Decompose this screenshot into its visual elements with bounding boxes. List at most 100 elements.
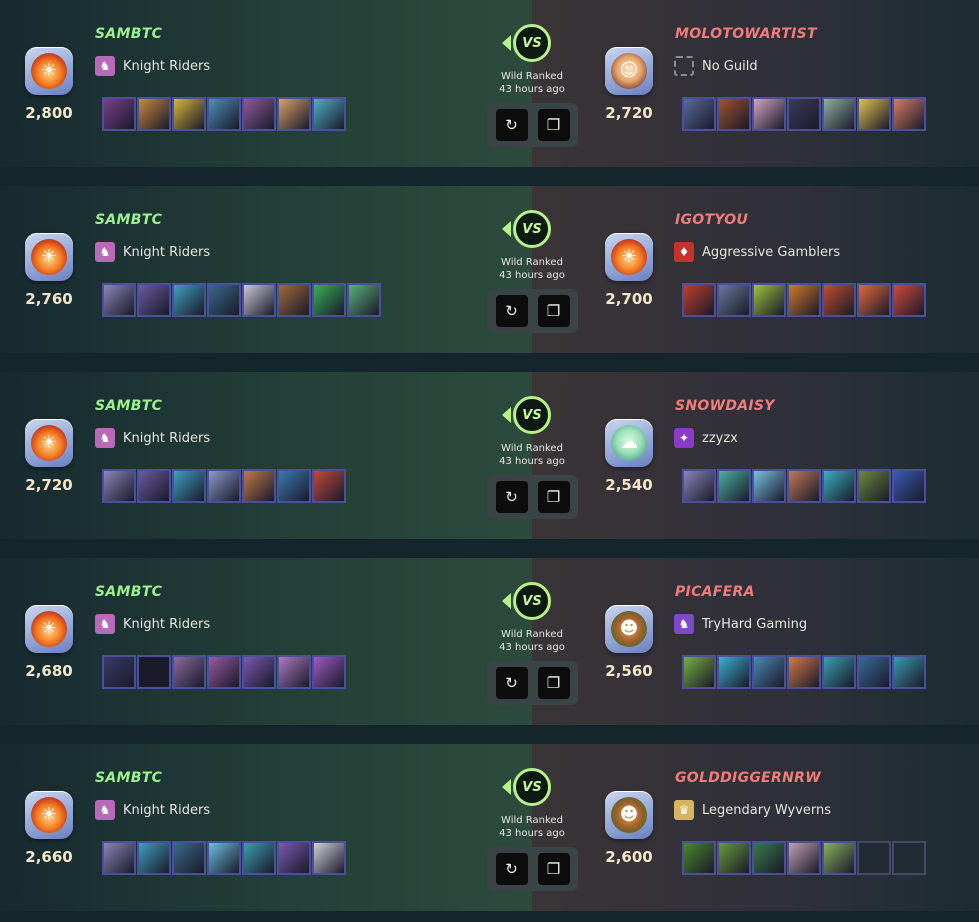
team-card[interactable] bbox=[242, 655, 276, 689]
right-player-name[interactable]: GOLDDIGGERNRW bbox=[675, 770, 821, 786]
team-card[interactable] bbox=[207, 97, 241, 131]
team-card[interactable] bbox=[717, 97, 751, 131]
team-card[interactable] bbox=[892, 469, 926, 503]
copy-team-icon[interactable]: ❐ bbox=[537, 481, 570, 513]
team-card[interactable] bbox=[752, 283, 786, 317]
team-card[interactable] bbox=[752, 841, 786, 875]
copy-team-icon[interactable]: ❐ bbox=[537, 667, 570, 699]
team-card[interactable] bbox=[172, 469, 206, 503]
team-card[interactable] bbox=[172, 283, 206, 317]
team-card[interactable] bbox=[277, 97, 311, 131]
replay-icon[interactable]: ↻ bbox=[495, 853, 528, 885]
team-card[interactable] bbox=[207, 283, 241, 317]
team-card[interactable] bbox=[242, 283, 276, 317]
copy-team-icon[interactable]: ❐ bbox=[537, 295, 570, 327]
team-card[interactable] bbox=[312, 655, 346, 689]
team-card[interactable] bbox=[347, 283, 381, 317]
team-card[interactable] bbox=[717, 283, 751, 317]
left-player-name[interactable]: SAMBTC bbox=[95, 212, 162, 228]
team-card[interactable] bbox=[822, 469, 856, 503]
team-card[interactable] bbox=[277, 841, 311, 875]
team-card[interactable] bbox=[312, 283, 346, 317]
team-card[interactable] bbox=[717, 655, 751, 689]
right-guild[interactable]: No Guild bbox=[674, 56, 758, 76]
team-card[interactable] bbox=[787, 283, 821, 317]
team-card[interactable] bbox=[172, 97, 206, 131]
team-card[interactable] bbox=[172, 841, 206, 875]
team-card[interactable] bbox=[787, 97, 821, 131]
team-card[interactable] bbox=[857, 655, 891, 689]
team-card[interactable] bbox=[752, 469, 786, 503]
team-card[interactable] bbox=[207, 841, 241, 875]
replay-icon[interactable]: ↻ bbox=[495, 667, 528, 699]
replay-icon[interactable]: ↻ bbox=[495, 481, 528, 513]
team-card[interactable] bbox=[717, 469, 751, 503]
team-card[interactable] bbox=[242, 97, 276, 131]
copy-team-icon[interactable]: ❐ bbox=[537, 109, 570, 141]
right-player-name[interactable]: IGOTYOU bbox=[675, 212, 748, 228]
team-card[interactable] bbox=[822, 97, 856, 131]
team-card[interactable] bbox=[682, 283, 716, 317]
team-card[interactable] bbox=[892, 655, 926, 689]
left-player-name[interactable]: SAMBTC bbox=[95, 398, 162, 414]
left-guild[interactable]: ♞ Knight Riders bbox=[95, 242, 210, 262]
left-player-name[interactable]: SAMBTC bbox=[95, 770, 162, 786]
team-card[interactable] bbox=[137, 655, 171, 689]
team-card[interactable] bbox=[787, 841, 821, 875]
team-card[interactable] bbox=[822, 841, 856, 875]
vs-arrow-icon bbox=[502, 221, 511, 237]
team-card[interactable] bbox=[857, 283, 891, 317]
left-guild[interactable]: ♞ Knight Riders bbox=[95, 614, 210, 634]
team-card[interactable] bbox=[137, 841, 171, 875]
right-player-name[interactable]: MOLOTOWARTIST bbox=[675, 26, 817, 42]
right-guild[interactable]: ♦ Aggressive Gamblers bbox=[674, 242, 840, 262]
left-guild[interactable]: ♞ Knight Riders bbox=[95, 800, 210, 820]
team-card[interactable] bbox=[172, 655, 206, 689]
right-player-name[interactable]: PICAFERA bbox=[675, 584, 755, 600]
team-card[interactable] bbox=[892, 97, 926, 131]
team-card[interactable] bbox=[717, 841, 751, 875]
team-card[interactable] bbox=[312, 841, 346, 875]
team-card[interactable] bbox=[207, 469, 241, 503]
team-card[interactable] bbox=[857, 97, 891, 131]
team-card[interactable] bbox=[682, 469, 716, 503]
right-guild[interactable]: ♞ TryHard Gaming bbox=[674, 614, 807, 634]
left-guild[interactable]: ♞ Knight Riders bbox=[95, 56, 210, 76]
team-card[interactable] bbox=[787, 469, 821, 503]
team-card[interactable] bbox=[102, 97, 136, 131]
team-card[interactable] bbox=[312, 97, 346, 131]
left-player-name[interactable]: SAMBTC bbox=[95, 584, 162, 600]
team-card[interactable] bbox=[102, 469, 136, 503]
left-player-name[interactable]: SAMBTC bbox=[95, 26, 162, 42]
team-card[interactable] bbox=[682, 97, 716, 131]
team-card[interactable] bbox=[312, 469, 346, 503]
team-card[interactable] bbox=[822, 655, 856, 689]
replay-icon[interactable]: ↻ bbox=[495, 295, 528, 327]
team-card[interactable] bbox=[277, 469, 311, 503]
team-card[interactable] bbox=[137, 283, 171, 317]
copy-team-icon[interactable]: ❐ bbox=[537, 853, 570, 885]
team-card[interactable] bbox=[242, 841, 276, 875]
team-card[interactable] bbox=[752, 655, 786, 689]
replay-icon[interactable]: ↻ bbox=[495, 109, 528, 141]
team-card[interactable] bbox=[277, 283, 311, 317]
right-guild[interactable]: ♛ Legendary Wyverns bbox=[674, 800, 831, 820]
team-card[interactable] bbox=[752, 97, 786, 131]
team-card[interactable] bbox=[137, 97, 171, 131]
team-card[interactable] bbox=[857, 469, 891, 503]
team-card[interactable] bbox=[787, 655, 821, 689]
team-card[interactable] bbox=[682, 655, 716, 689]
right-guild[interactable]: ✦ zzyzx bbox=[674, 428, 738, 448]
team-card[interactable] bbox=[892, 283, 926, 317]
team-card[interactable] bbox=[207, 655, 241, 689]
left-guild[interactable]: ♞ Knight Riders bbox=[95, 428, 210, 448]
team-card[interactable] bbox=[137, 469, 171, 503]
team-card[interactable] bbox=[242, 469, 276, 503]
team-card[interactable] bbox=[277, 655, 311, 689]
team-card[interactable] bbox=[822, 283, 856, 317]
team-card[interactable] bbox=[102, 841, 136, 875]
team-card[interactable] bbox=[102, 283, 136, 317]
right-player-name[interactable]: SNOWDAISY bbox=[675, 398, 775, 414]
team-card[interactable] bbox=[102, 655, 136, 689]
team-card[interactable] bbox=[682, 841, 716, 875]
